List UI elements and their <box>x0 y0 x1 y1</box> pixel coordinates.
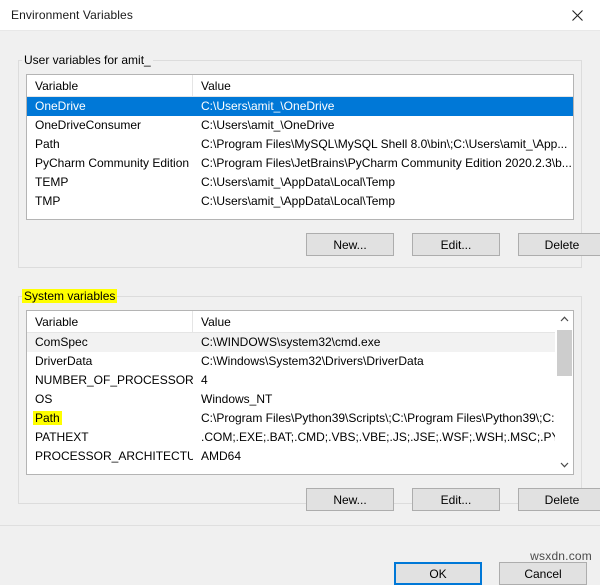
scroll-down-button[interactable] <box>556 457 573 474</box>
cell-variable: Path <box>27 135 193 154</box>
system-list-rows: ComSpec C:\WINDOWS\system32\cmd.exe Driv… <box>27 333 556 466</box>
system-delete-button[interactable]: Delete <box>518 488 600 511</box>
table-row[interactable]: OneDrive C:\Users\amit_\OneDrive <box>27 97 573 116</box>
cell-variable: Path <box>27 409 193 428</box>
column-header-value[interactable]: Value <box>193 311 573 332</box>
cell-value: C:\Users\amit_\AppData\Local\Temp <box>193 173 573 192</box>
table-row[interactable]: TEMP C:\Users\amit_\AppData\Local\Temp <box>27 173 573 192</box>
cell-value: C:\Users\amit_\OneDrive <box>193 97 573 116</box>
system-list-header: Variable Value <box>27 311 573 333</box>
cell-variable: TMP <box>27 192 193 211</box>
close-icon <box>572 10 583 21</box>
system-variables-buttons: New... Edit... Delete <box>306 488 600 511</box>
user-delete-button[interactable]: Delete <box>518 233 600 256</box>
cell-value: C:\Users\amit_\OneDrive <box>193 116 573 135</box>
scroll-up-button[interactable] <box>556 311 573 328</box>
cell-variable-highlight: Path <box>33 411 62 425</box>
title-bar: Environment Variables <box>0 0 600 31</box>
table-row[interactable]: Path C:\Program Files\MySQL\MySQL Shell … <box>27 135 573 154</box>
cancel-button[interactable]: Cancel <box>499 562 587 585</box>
cell-variable: TEMP <box>27 173 193 192</box>
table-row[interactable]: OS Windows_NT <box>27 390 556 409</box>
ok-button[interactable]: OK <box>394 562 482 585</box>
cell-value: C:\Program Files\JetBrains\PyCharm Commu… <box>193 154 573 173</box>
table-row[interactable]: OneDriveConsumer C:\Users\amit_\OneDrive <box>27 116 573 135</box>
table-row[interactable]: TMP C:\Users\amit_\AppData\Local\Temp <box>27 192 573 211</box>
table-row[interactable]: ComSpec C:\WINDOWS\system32\cmd.exe <box>27 333 556 352</box>
watermark: wsxdn.com <box>530 549 592 563</box>
cell-variable: OneDrive <box>27 97 193 116</box>
user-variables-label: User variables for amit_ <box>22 53 153 67</box>
table-row[interactable]: DriverData C:\Windows\System32\Drivers\D… <box>27 352 556 371</box>
user-variables-buttons: New... Edit... Delete <box>306 233 600 256</box>
table-row[interactable]: PyCharm Community Edition C:\Program Fil… <box>27 154 573 173</box>
user-edit-button[interactable]: Edit... <box>412 233 500 256</box>
close-button[interactable] <box>555 1 600 30</box>
cell-value: .COM;.EXE;.BAT;.CMD;.VBS;.VBE;.JS;.JSE;.… <box>193 428 556 447</box>
scroll-track[interactable] <box>556 328 573 457</box>
cell-variable: PyCharm Community Edition <box>27 154 193 173</box>
footer-divider <box>0 525 600 526</box>
table-row[interactable]: PATHEXT .COM;.EXE;.BAT;.CMD;.VBS;.VBE;.J… <box>27 428 556 447</box>
table-row[interactable]: PROCESSOR_ARCHITECTURE AMD64 <box>27 447 556 466</box>
column-header-variable[interactable]: Variable <box>27 75 193 96</box>
cell-variable: DriverData <box>27 352 193 371</box>
cell-variable: NUMBER_OF_PROCESSORS <box>27 371 193 390</box>
user-variables-group: User variables for amit_ Variable Value … <box>18 53 582 268</box>
system-variables-group: System variables Variable Value ComSpec … <box>18 289 582 504</box>
cell-value: 4 <box>193 371 556 390</box>
cell-value: C:\Program Files\Python39\Scripts\;C:\Pr… <box>193 409 556 428</box>
window-title: Environment Variables <box>0 8 133 22</box>
scroll-thumb[interactable] <box>557 330 572 376</box>
chevron-down-icon <box>560 461 569 470</box>
cell-value: AMD64 <box>193 447 556 466</box>
cell-variable: PATHEXT <box>27 428 193 447</box>
system-list-scrollbar[interactable] <box>555 311 573 474</box>
cell-value: C:\WINDOWS\system32\cmd.exe <box>193 333 556 352</box>
cell-value: C:\Program Files\MySQL\MySQL Shell 8.0\b… <box>193 135 573 154</box>
cell-value: C:\Users\amit_\AppData\Local\Temp <box>193 192 573 211</box>
system-new-button[interactable]: New... <box>306 488 394 511</box>
table-row[interactable]: Path C:\Program Files\Python39\Scripts\;… <box>27 409 556 428</box>
system-variables-label: System variables <box>22 289 117 303</box>
dialog-body: User variables for amit_ Variable Value … <box>0 31 600 565</box>
cell-variable: PROCESSOR_ARCHITECTURE <box>27 447 193 466</box>
chevron-up-icon <box>560 315 569 324</box>
cell-variable: OS <box>27 390 193 409</box>
column-header-value[interactable]: Value <box>193 75 573 96</box>
cell-variable: ComSpec <box>27 333 193 352</box>
table-row[interactable]: NUMBER_OF_PROCESSORS 4 <box>27 371 556 390</box>
user-new-button[interactable]: New... <box>306 233 394 256</box>
column-header-variable[interactable]: Variable <box>27 311 193 332</box>
footer-buttons: OK Cancel <box>394 562 587 585</box>
cell-value: C:\Windows\System32\Drivers\DriverData <box>193 352 556 371</box>
cell-value: Windows_NT <box>193 390 556 409</box>
system-edit-button[interactable]: Edit... <box>412 488 500 511</box>
system-variables-list[interactable]: Variable Value ComSpec C:\WINDOWS\system… <box>26 310 574 475</box>
cell-variable: OneDriveConsumer <box>27 116 193 135</box>
user-list-rows: OneDrive C:\Users\amit_\OneDrive OneDriv… <box>27 97 573 211</box>
user-list-header: Variable Value <box>27 75 573 97</box>
user-variables-list[interactable]: Variable Value OneDrive C:\Users\amit_\O… <box>26 74 574 220</box>
